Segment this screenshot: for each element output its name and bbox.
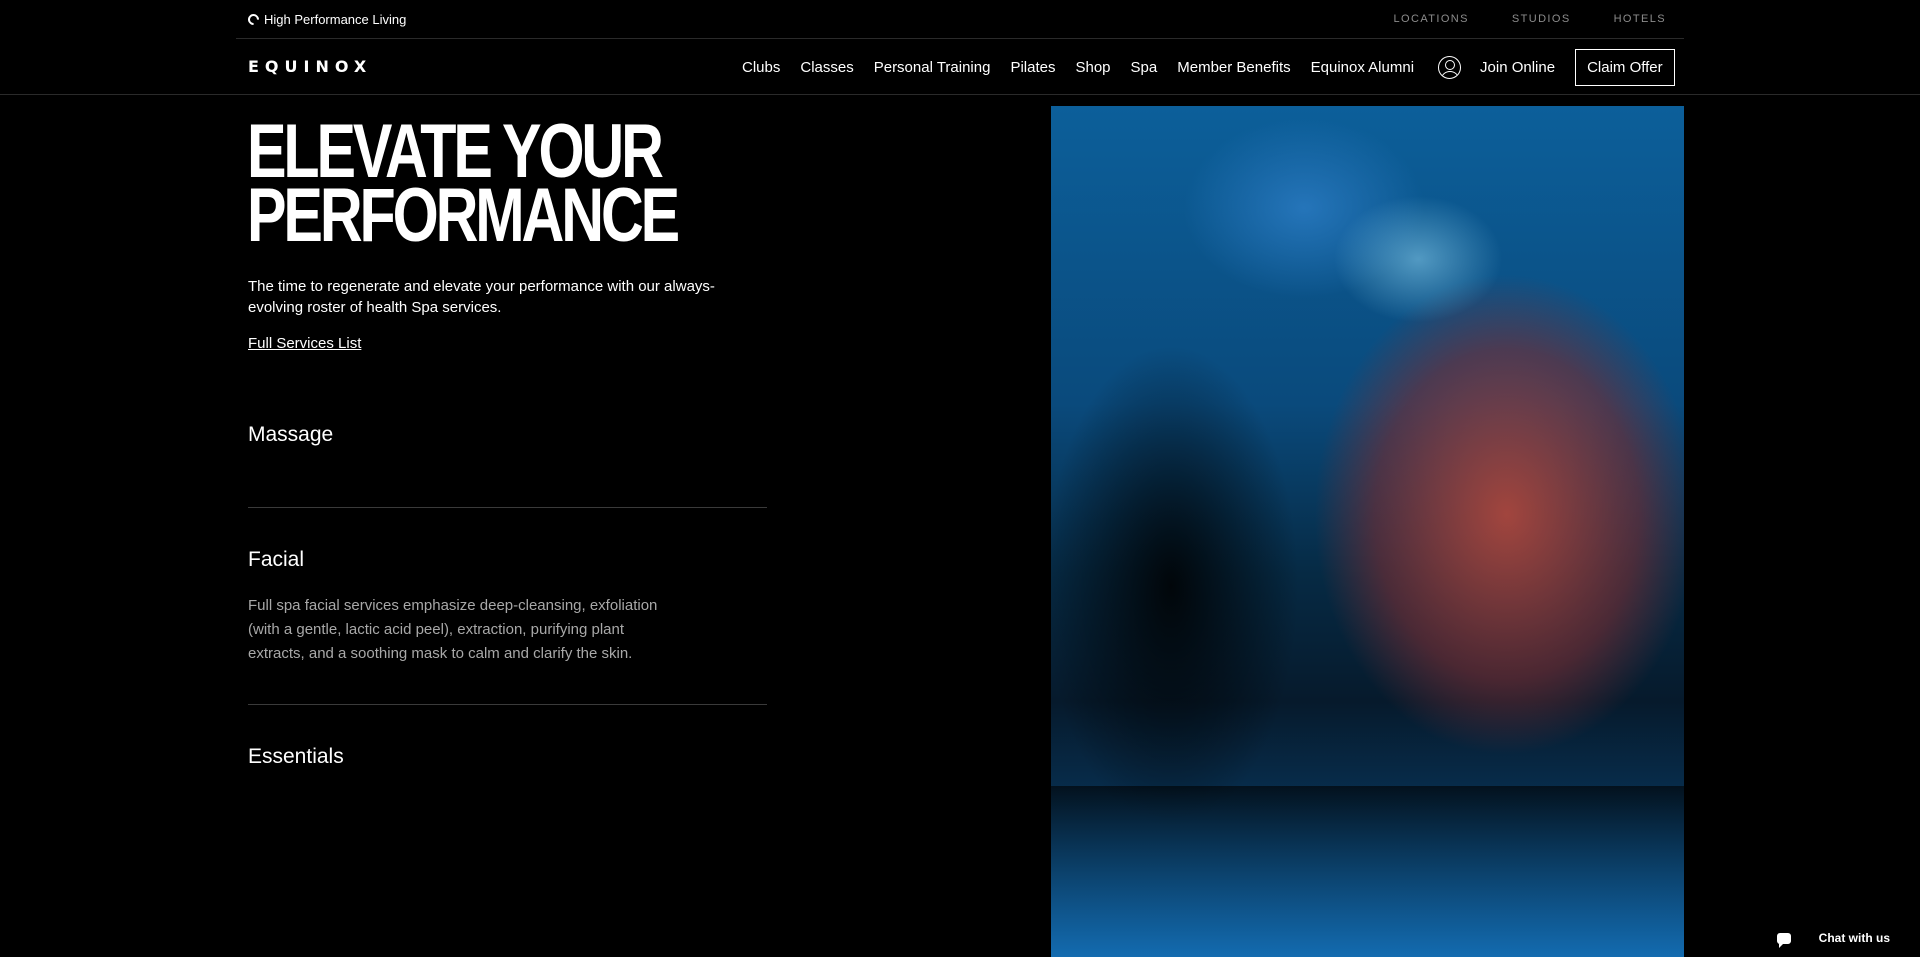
accordion-body: Full spa facial services emphasize deep-… xyxy=(248,597,658,662)
refresh-icon xyxy=(245,11,262,28)
tagline[interactable]: High Performance Living xyxy=(245,11,407,28)
accordion-item-facial[interactable]: Facial Full spa facial services emphasiz… xyxy=(248,548,767,666)
full-services-link[interactable]: Full Services List xyxy=(248,335,361,352)
hero-description: The time to regenerate and elevate your … xyxy=(248,278,715,316)
nav-item-spa[interactable]: Spa xyxy=(1131,59,1158,76)
main-nav: EQUINOX Clubs Classes Personal Training … xyxy=(0,39,1920,95)
divider xyxy=(248,507,767,508)
chat-icon xyxy=(1776,932,1791,948)
nav-item-member-benefits[interactable]: Member Benefits xyxy=(1177,59,1290,76)
equinox-logo[interactable]: EQUINOX xyxy=(248,57,372,76)
claim-offer-button[interactable]: Claim Offer xyxy=(1575,48,1675,86)
nav-item-clubs[interactable]: Clubs xyxy=(742,59,780,76)
join-online-link[interactable]: Join Online xyxy=(1480,59,1555,76)
locations-link[interactable]: LOCATIONS xyxy=(1394,13,1469,25)
page-title: ELEVATE YOUR PERFORMANCE xyxy=(247,109,680,258)
utility-links: LOCATIONS STUDIOS HOTELS xyxy=(1394,13,1666,25)
studios-link[interactable]: STUDIOS xyxy=(1512,13,1571,25)
accordion-item-essentials[interactable]: Essentials xyxy=(248,745,767,769)
accordion-title[interactable]: Essentials xyxy=(248,745,767,769)
image-shading xyxy=(1051,786,1684,957)
nav-item-shop[interactable]: Shop xyxy=(1075,59,1110,76)
nav-item-personal-training[interactable]: Personal Training xyxy=(874,59,991,76)
nav-items: Clubs Classes Personal Training Pilates … xyxy=(742,39,1675,95)
nav-item-pilates[interactable]: Pilates xyxy=(1010,59,1055,76)
account-icon[interactable] xyxy=(1438,55,1462,79)
nav-item-equinox-alumni[interactable]: Equinox Alumni xyxy=(1311,59,1414,76)
utility-bar: High Performance Living LOCATIONS STUDIO… xyxy=(236,0,1684,39)
nav-item-classes[interactable]: Classes xyxy=(800,59,853,76)
accordion-item-massage[interactable]: Massage xyxy=(248,423,767,447)
accordion-title[interactable]: Facial xyxy=(248,548,767,572)
tagline-text: High Performance Living xyxy=(264,12,407,27)
accordion-title[interactable]: Massage xyxy=(248,423,767,447)
hotels-link[interactable]: HOTELS xyxy=(1614,13,1666,25)
hero-image xyxy=(1051,106,1684,957)
chat-label: Chat with us xyxy=(1818,931,1890,945)
divider xyxy=(248,704,767,705)
chat-widget[interactable]: Chat with us xyxy=(1776,931,1890,948)
